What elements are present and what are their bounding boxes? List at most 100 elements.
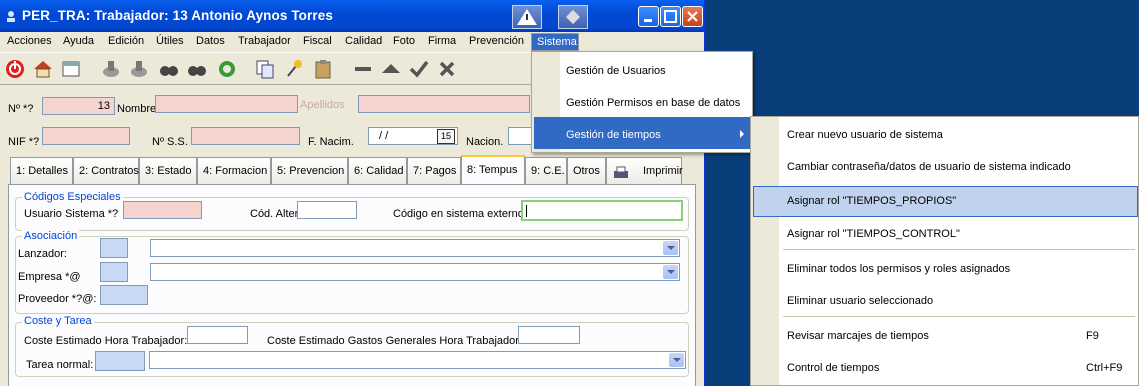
coste-hora-field[interactable]	[187, 326, 248, 344]
cod-alternativo-field[interactable]	[297, 201, 357, 219]
coste-title: Coste y Tarea	[22, 315, 94, 327]
lanzador-label: Lanzador:	[18, 248, 67, 260]
menu-separator	[783, 316, 1135, 317]
menu-acciones[interactable]: Acciones	[7, 35, 52, 47]
fnacim-field[interactable]: / / 15	[368, 127, 458, 145]
menu-item-gestion-usuarios[interactable]: Gestión de Usuarios	[566, 65, 666, 77]
menu-item-gestion-tiempos[interactable]: Gestión de tiempos	[566, 129, 661, 141]
windows-icon[interactable]	[60, 58, 82, 80]
menu-item-crear-usuario[interactable]: Crear nuevo usuario de sistema	[787, 129, 943, 141]
menu-prevencion[interactable]: Prevención	[469, 35, 524, 47]
warning-icon[interactable]	[512, 5, 542, 29]
nss-field[interactable]	[191, 127, 300, 145]
tab-imprimir[interactable]: Imprimir	[606, 157, 683, 184]
menu-sistema[interactable]: Sistema	[531, 33, 579, 51]
menu-item-eliminar-permisos[interactable]: Eliminar todos los permisos y roles asig…	[787, 263, 1010, 275]
menu-item-cambiar-contrasena[interactable]: Cambiar contraseña/datos de usuario de s…	[787, 161, 1071, 173]
codigos-title: Códigos Especiales	[22, 191, 123, 203]
proveedor-code-field[interactable]	[100, 285, 148, 305]
submenu-icon-strip	[751, 117, 779, 385]
x-icon[interactable]	[436, 58, 458, 80]
check-icon[interactable]	[408, 58, 430, 80]
home-icon[interactable]	[32, 58, 54, 80]
maximize-button[interactable]	[660, 6, 681, 27]
tarea-select[interactable]	[149, 351, 686, 369]
stamp-check-icon[interactable]	[100, 58, 122, 80]
menu-bar: Acciones Ayuda Edición Útiles Datos Trab…	[0, 32, 704, 51]
lanzador-code-field[interactable]	[100, 238, 128, 258]
tarea-code-field[interactable]	[95, 351, 145, 371]
paste-icon[interactable]	[312, 58, 334, 80]
power-icon[interactable]	[4, 58, 26, 80]
proveedor-label: Proveedor *?@:	[18, 293, 97, 305]
menu-item-asignar-propios[interactable]: Asignar rol "TIEMPOS_PROPIOS"	[787, 195, 956, 207]
satellite-icon[interactable]	[558, 5, 588, 29]
nombre-field[interactable]	[155, 95, 298, 113]
menu-item-eliminar-usuario[interactable]: Eliminar usuario seleccionado	[787, 295, 933, 307]
empresa-code-field[interactable]	[100, 262, 128, 282]
tab-prevencion[interactable]: 5: Prevencion	[271, 157, 348, 184]
coste-gastos-field[interactable]	[518, 326, 580, 344]
menu-separator	[783, 249, 1135, 250]
menu-item-control-tiempos[interactable]: Control de tiempos	[787, 362, 879, 374]
sistema-menu: Gestión de Usuarios Gestión Permisos en …	[531, 51, 753, 153]
lanzador-select[interactable]	[150, 239, 680, 257]
refresh-icon[interactable]	[216, 58, 238, 80]
binoculars-icon[interactable]	[158, 58, 180, 80]
menu-item-revisar-marcajes[interactable]: Revisar marcajes de tiempos	[787, 330, 929, 342]
triangle-up-icon[interactable]	[380, 58, 402, 80]
menu-edicion[interactable]: Edición	[108, 35, 144, 47]
menu-fiscal[interactable]: Fiscal	[303, 35, 332, 47]
stamp-check-2-icon[interactable]	[128, 58, 150, 80]
menu-item-asignar-control[interactable]: Asignar rol "TIEMPOS_CONTROL"	[787, 228, 960, 240]
menu-calidad[interactable]: Calidad	[345, 35, 382, 47]
tab-formacion[interactable]: 4: Formacion	[197, 157, 271, 184]
apellidos-field[interactable]	[358, 95, 530, 113]
copy-icon[interactable]	[254, 58, 276, 80]
pin-icon[interactable]	[284, 58, 306, 80]
chevron-down-icon[interactable]	[663, 241, 678, 255]
usuario-sistema-label: Usuario Sistema *?	[24, 208, 119, 220]
shortcut-f9: F9	[1086, 330, 1099, 342]
tab-pagos[interactable]: 7: Pagos	[407, 157, 461, 184]
numero-field[interactable]: 13	[42, 97, 115, 115]
fnacim-value: / /	[379, 130, 389, 142]
menu-datos[interactable]: Datos	[196, 35, 225, 47]
menu-foto[interactable]: Foto	[393, 35, 415, 47]
empresa-select[interactable]	[150, 263, 680, 281]
binoculars-2-icon[interactable]	[186, 58, 208, 80]
usuario-sistema-field[interactable]	[123, 201, 202, 219]
asociacion-title: Asociación	[22, 230, 80, 242]
tab-detalles[interactable]: 1: Detalles	[10, 157, 73, 184]
menu-trabajador[interactable]: Trabajador	[238, 35, 291, 47]
tab-tempus[interactable]: 8: Tempus	[461, 155, 525, 185]
title-bar[interactable]: PER_TRA: Trabajador: 13 Antonio Aynos To…	[0, 0, 704, 32]
app-icon	[5, 9, 17, 23]
chevron-down-icon[interactable]	[669, 353, 684, 367]
calendar-icon[interactable]: 15	[437, 129, 455, 144]
numero-value: 13	[97, 100, 110, 112]
tab-ce[interactable]: 9: C.E.	[525, 157, 567, 184]
tab-estado[interactable]: 3: Estado	[139, 157, 197, 184]
tab-otros[interactable]: Otros	[567, 157, 606, 184]
window-title: PER_TRA: Trabajador: 13 Antonio Aynos To…	[22, 8, 333, 23]
text-cursor	[526, 205, 527, 217]
fnacim-label: F. Nacim.	[308, 136, 354, 148]
tab-calidad[interactable]: 6: Calidad	[348, 157, 407, 184]
nacion-field[interactable]	[508, 127, 532, 145]
codigo-externo-field[interactable]	[521, 200, 683, 221]
menu-ayuda[interactable]: Ayuda	[63, 35, 94, 47]
coste-hora-label: Coste Estimado Hora Trabajador:	[24, 335, 188, 347]
shortcut-ctrl-f9: Ctrl+F9	[1086, 362, 1123, 374]
minimize-button[interactable]	[638, 6, 659, 27]
tab-contratos[interactable]: 2: Contratos	[73, 157, 139, 184]
menu-utiles[interactable]: Útiles	[156, 35, 184, 47]
minus-icon[interactable]	[352, 58, 374, 80]
empresa-label: Empresa *@	[18, 271, 81, 283]
menu-firma[interactable]: Firma	[428, 35, 456, 47]
nif-field[interactable]	[42, 127, 130, 145]
close-button[interactable]	[682, 6, 703, 27]
chevron-down-icon[interactable]	[663, 265, 678, 279]
nacion-label: Nacion.	[466, 136, 504, 148]
menu-item-gestion-permisos[interactable]: Gestión Permisos en base de datos	[566, 97, 740, 109]
